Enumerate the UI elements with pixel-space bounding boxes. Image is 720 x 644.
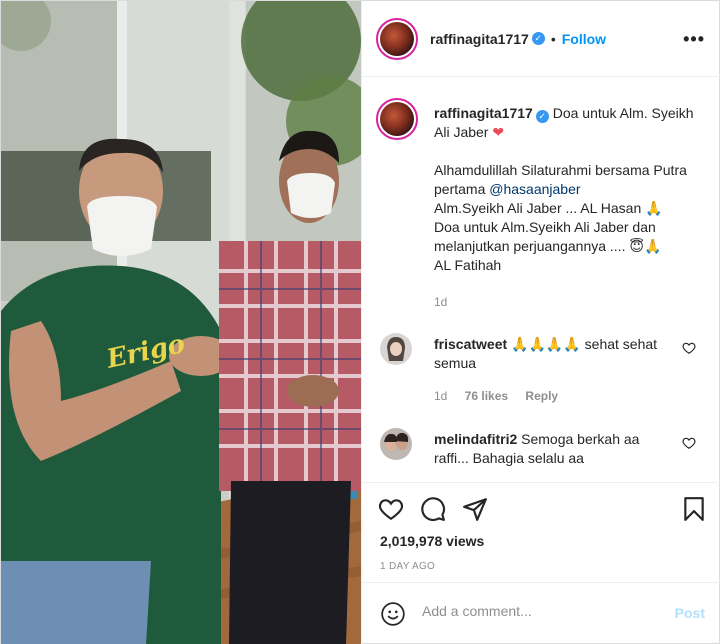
views-count[interactable]: 2,019,978 views bbox=[380, 533, 484, 549]
add-comment-bar: Post bbox=[362, 582, 720, 644]
more-options-icon[interactable]: ••• bbox=[683, 29, 705, 50]
post-video[interactable]: Erigo bbox=[1, 1, 361, 644]
mention-link[interactable]: @hasaanjaber bbox=[489, 181, 580, 197]
instagram-post-modal: Erigo raffinagita1717 ✓ • Follow ••• raf… bbox=[0, 0, 720, 644]
reply-button[interactable]: Reply bbox=[525, 389, 558, 403]
comments-section[interactable]: raffinagita1717 ✓ Doa untuk Alm. Syeikh A… bbox=[362, 78, 720, 482]
emoji-picker-icon[interactable] bbox=[380, 601, 406, 627]
smile-halo-emoji-icon: 😇 bbox=[629, 238, 644, 254]
commenter-avatar[interactable] bbox=[380, 428, 412, 460]
verified-badge-icon: ✓ bbox=[535, 110, 549, 123]
comment-bubble-icon[interactable] bbox=[420, 496, 446, 522]
action-bar: 2,019,978 views 1 DAY AGO bbox=[362, 482, 720, 582]
commenter-avatar[interactable] bbox=[380, 333, 412, 365]
verified-badge-icon: ✓ bbox=[531, 32, 545, 45]
save-bookmark-icon[interactable] bbox=[681, 496, 707, 522]
author-username[interactable]: raffinagita1717 bbox=[430, 31, 529, 47]
comment-username[interactable]: melindafitri2 bbox=[434, 431, 517, 447]
separator-dot: • bbox=[550, 30, 556, 47]
pray-emoji-icon: 🙏 bbox=[643, 238, 662, 254]
pray-emoji-icon: 🙏 bbox=[645, 200, 663, 216]
comment-time: 1d bbox=[434, 389, 448, 403]
comment-text: melindafitri2 Semoga berkah aa raffi... … bbox=[434, 430, 664, 468]
like-heart-icon[interactable] bbox=[378, 496, 404, 522]
caption-username[interactable]: raffinagita1717 bbox=[434, 105, 533, 121]
post-time-ago: 1 DAY AGO bbox=[380, 561, 436, 572]
add-comment-input[interactable] bbox=[422, 603, 652, 619]
red-heart-emoji-icon: ❤ bbox=[492, 124, 505, 140]
follow-button[interactable]: Follow bbox=[562, 31, 606, 47]
comment-text: friscatweet 🙏🙏🙏🙏 sehat sehat semua bbox=[434, 335, 664, 373]
caption-avatar[interactable] bbox=[376, 98, 418, 140]
pray-emoji-icon: 🙏🙏🙏🙏 bbox=[511, 336, 581, 352]
caption-time: 1d bbox=[434, 295, 448, 309]
post-header: raffinagita1717 ✓ • Follow ••• bbox=[362, 1, 720, 77]
comment-like-heart-icon[interactable] bbox=[682, 341, 696, 355]
caption-text: raffinagita1717 ✓ Doa untuk Alm. Syeikh A… bbox=[434, 104, 704, 312]
post-details-panel: raffinagita1717 ✓ • Follow ••• raffinagi… bbox=[361, 1, 720, 644]
caption-line-4: AL Fatihah bbox=[434, 257, 502, 273]
caption-line-2: Alm.Syeikh Ali Jaber ... AL Hasan bbox=[434, 200, 642, 216]
comment-like-heart-icon[interactable] bbox=[682, 436, 696, 450]
video-frame: Erigo bbox=[1, 1, 361, 644]
post-comment-button[interactable]: Post bbox=[675, 605, 705, 621]
share-paper-plane-icon[interactable] bbox=[462, 496, 488, 522]
caption-line-3: Doa untuk Alm.Syeikh Ali Jaber dan melan… bbox=[434, 219, 656, 254]
comment-username[interactable]: friscatweet bbox=[434, 336, 507, 352]
author-info: raffinagita1717 ✓ • Follow bbox=[430, 31, 606, 47]
comment-meta: 1d 76 likes Reply bbox=[434, 389, 558, 403]
comment-likes[interactable]: 76 likes bbox=[465, 389, 508, 403]
author-avatar[interactable] bbox=[376, 17, 418, 60]
